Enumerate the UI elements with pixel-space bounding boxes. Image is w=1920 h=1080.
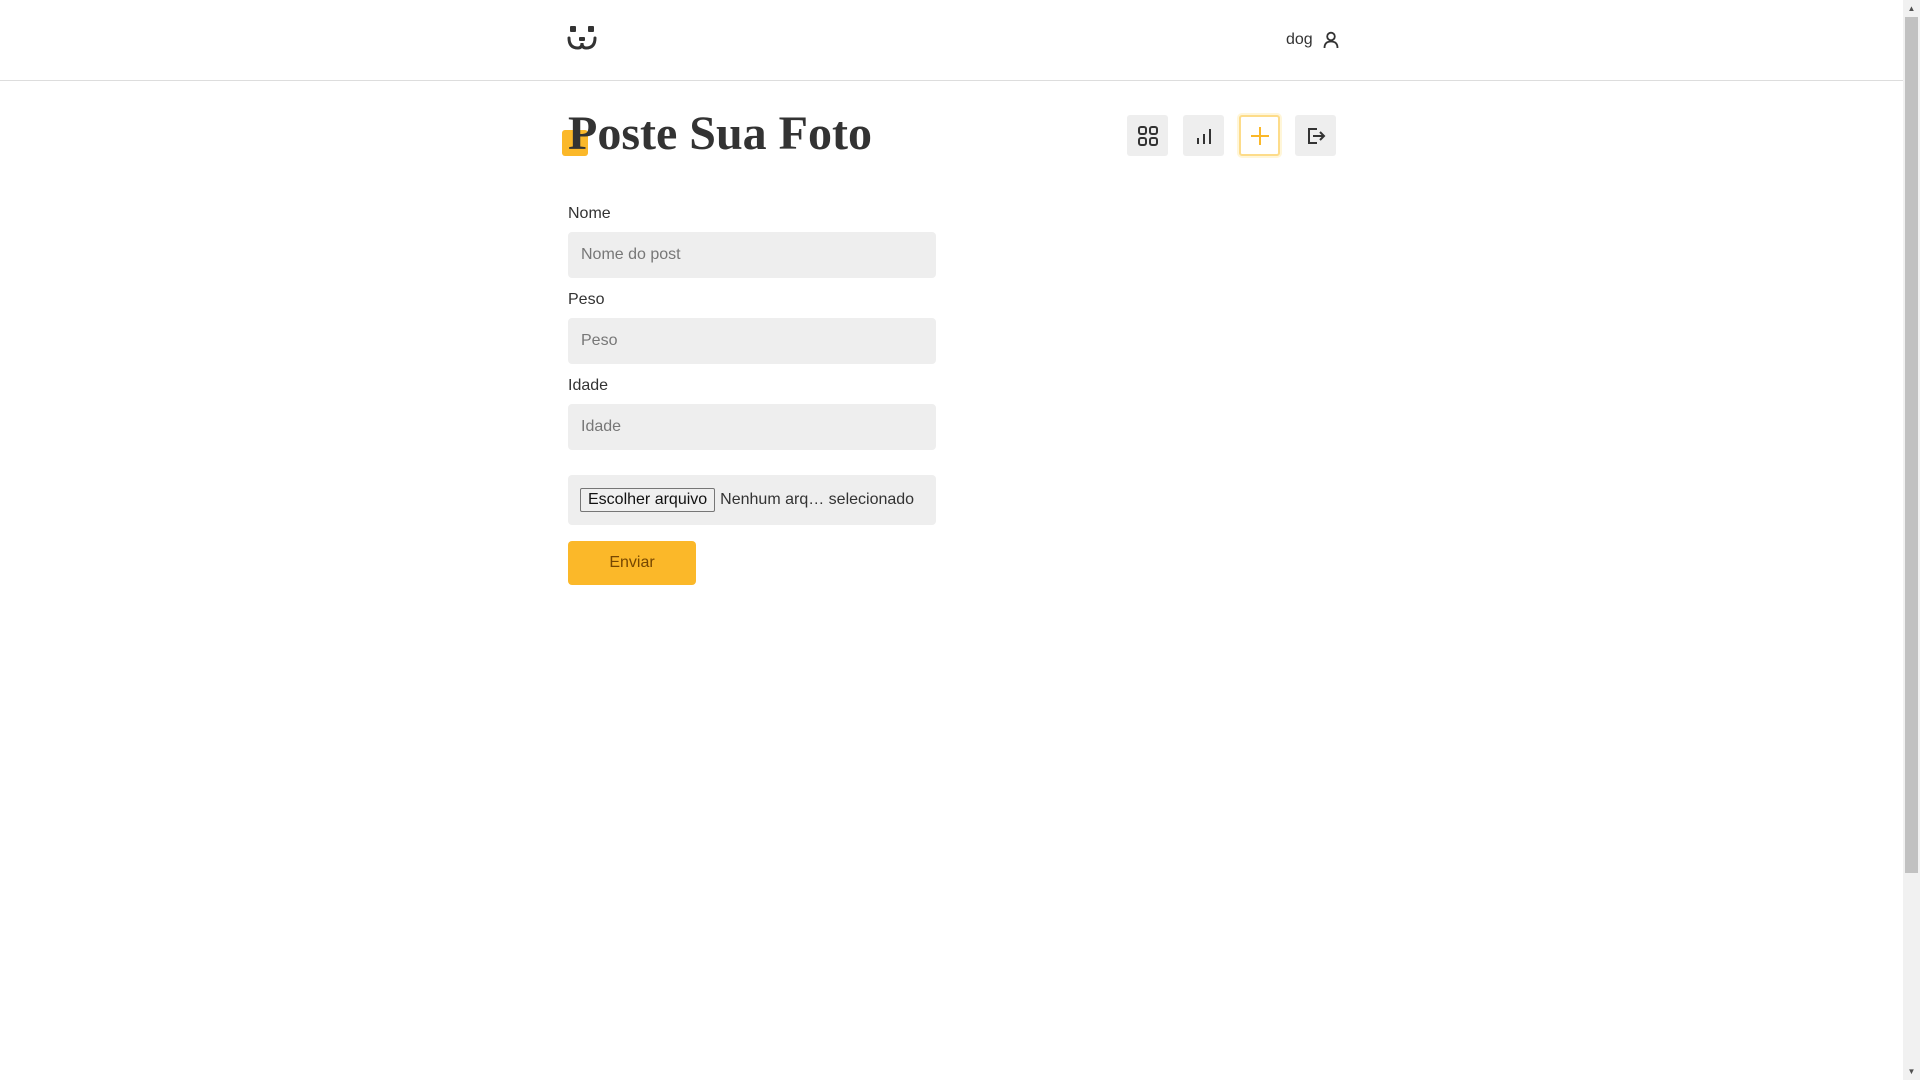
idade-field-group: Idade xyxy=(568,376,936,450)
grid-icon xyxy=(1137,125,1158,146)
post-photo-form: Nome Peso Idade Escolher arquivo Nenhum … xyxy=(568,204,936,585)
file-upload-field: Escolher arquivo Nenhum arq… selecionado xyxy=(568,475,936,525)
nome-label: Nome xyxy=(568,205,611,222)
choose-file-button[interactable]: Escolher arquivo xyxy=(580,488,716,512)
nome-field-group: Nome xyxy=(568,204,936,278)
scroll-down-arrow-icon[interactable]: ▼ xyxy=(1903,1063,1920,1080)
stats-button[interactable] xyxy=(1183,115,1224,156)
peso-field-group: Peso xyxy=(568,290,936,364)
scroll-up-arrow-icon[interactable]: ▲ xyxy=(1903,0,1920,17)
user-account-link[interactable]: dog xyxy=(1286,28,1341,52)
dog-face-logo-icon[interactable] xyxy=(566,24,598,52)
file-status-text: Nenhum arq… selecionado xyxy=(720,491,915,508)
top-header: dog xyxy=(0,0,1903,81)
vertical-scrollbar[interactable]: ▲ ▼ xyxy=(1903,0,1920,1080)
nome-input[interactable] xyxy=(568,232,936,278)
page-title: Poste Sua Foto xyxy=(568,107,872,160)
peso-input[interactable] xyxy=(568,318,936,364)
submit-button[interactable]: Enviar xyxy=(568,541,696,585)
idade-label: Idade xyxy=(568,377,609,394)
plus-icon xyxy=(1250,126,1269,145)
idade-input[interactable] xyxy=(568,404,936,450)
feed-button[interactable] xyxy=(1127,115,1168,156)
scrollbar-thumb[interactable] xyxy=(1905,17,1918,873)
user-icon xyxy=(1323,31,1339,49)
account-nav xyxy=(1127,115,1336,156)
peso-label: Peso xyxy=(568,291,605,308)
logout-button[interactable] xyxy=(1295,115,1336,156)
username-label: dog xyxy=(1286,31,1313,48)
bar-chart-icon xyxy=(1196,128,1211,144)
post-photo-button[interactable] xyxy=(1239,115,1280,156)
logout-icon xyxy=(1307,127,1325,144)
